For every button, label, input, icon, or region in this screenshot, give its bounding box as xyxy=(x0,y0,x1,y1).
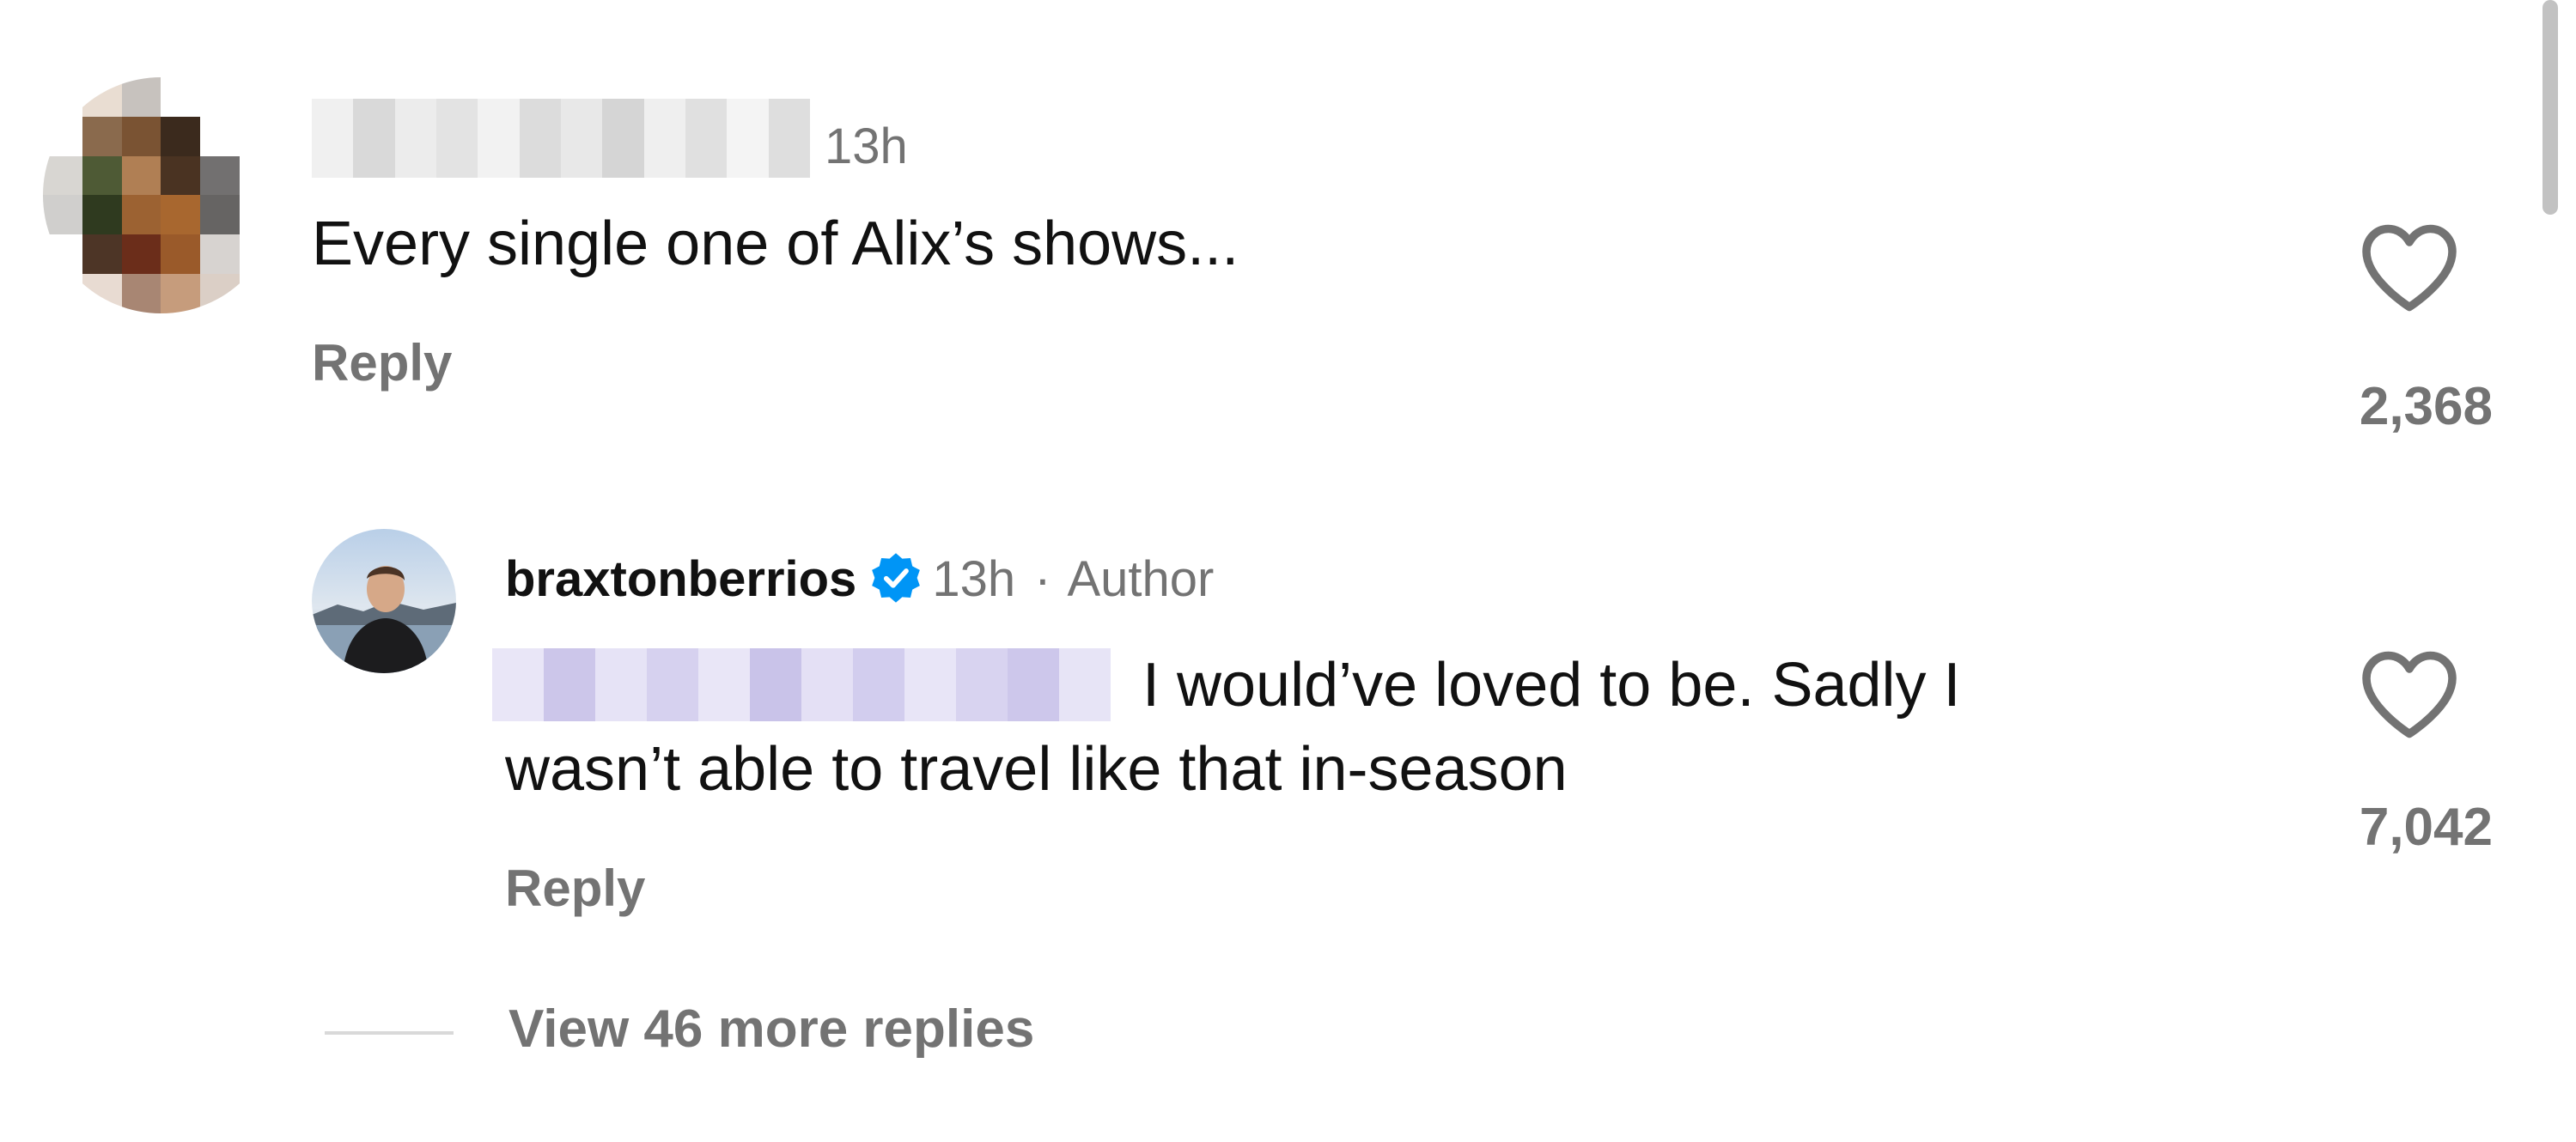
comment-timestamp: 13h xyxy=(825,118,908,174)
view-more-replies-button[interactable]: View 46 more replies xyxy=(509,999,1034,1060)
reply-username[interactable]: braxtonberrios xyxy=(505,551,856,607)
heart-outline-icon xyxy=(2362,224,2457,312)
scrollbar-thumb[interactable] xyxy=(2543,0,2558,215)
view-more-divider xyxy=(325,1031,454,1035)
comment-like-count: 2,368 xyxy=(2359,377,2493,436)
author-badge: Author xyxy=(1067,551,1215,607)
reply-timestamp: 13h xyxy=(932,551,1016,607)
verified-badge-icon xyxy=(872,552,921,603)
reply-meta-separator: · xyxy=(1034,551,1051,607)
commenter-username-redacted[interactable] xyxy=(312,99,810,178)
author-avatar[interactable] xyxy=(312,529,456,673)
comment-text: Every single one of Alix’s shows... xyxy=(312,210,1239,278)
reply-text-line2: wasn’t able to travel like that in-seaso… xyxy=(505,735,1568,804)
comment-like-button[interactable] xyxy=(2358,219,2461,313)
comment-reply-button[interactable]: Reply xyxy=(312,333,452,392)
reply-reply-button[interactable]: Reply xyxy=(505,859,645,918)
reply-like-count: 7,042 xyxy=(2359,798,2493,857)
author-avatar-image xyxy=(312,529,456,673)
reply-mention-redacted[interactable] xyxy=(492,648,1111,721)
reply-like-button[interactable] xyxy=(2358,646,2461,740)
heart-outline-icon xyxy=(2362,651,2457,738)
commenter-avatar-blurred[interactable] xyxy=(43,77,279,313)
reply-text-line1: I would’ve loved to be. Sadly I xyxy=(1142,651,1961,720)
